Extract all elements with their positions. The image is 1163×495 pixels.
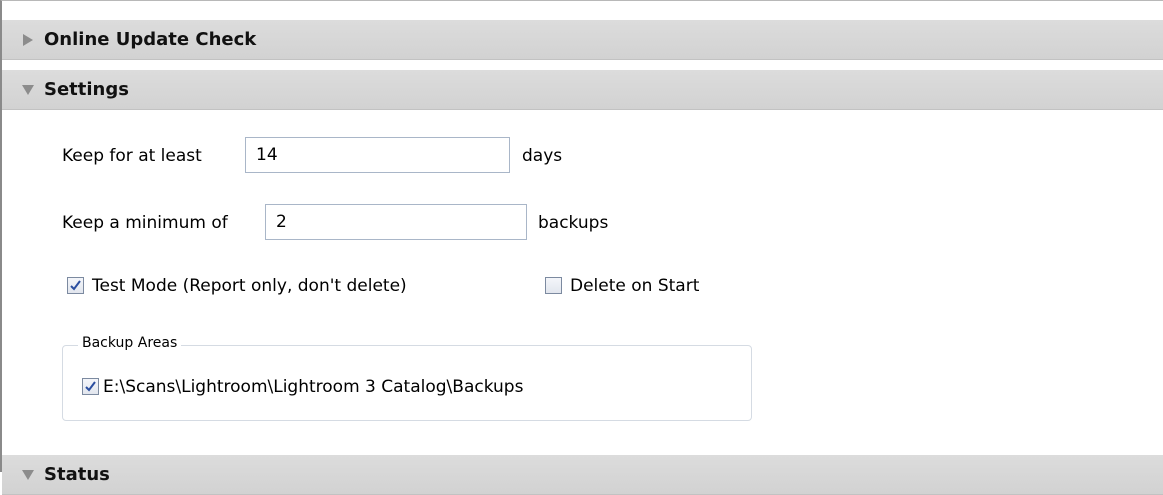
backup-area-path: E:\Scans\Lightroom\Lightroom 3 Catalog\B…: [103, 377, 524, 397]
collapse-arrow-icon: [20, 469, 36, 481]
test-mode-label: Test Mode (Report only, don't delete): [92, 276, 407, 296]
keep-min-input[interactable]: [265, 204, 527, 240]
section-title-status: Status: [44, 464, 110, 485]
expand-arrow-icon: [20, 33, 36, 47]
section-header-status[interactable]: Status: [2, 455, 1163, 495]
checkmark-icon: [85, 381, 96, 392]
keep-days-label: Keep for at least: [62, 146, 202, 166]
delete-on-start-checkbox[interactable]: [545, 277, 562, 294]
keep-days-unit: days: [522, 146, 563, 166]
keep-min-unit: backups: [538, 213, 609, 233]
collapse-arrow-icon: [20, 84, 36, 96]
checkmark-icon: [70, 280, 81, 291]
keep-days-input[interactable]: [245, 137, 510, 173]
section-title-online-update-check: Online Update Check: [44, 29, 257, 50]
backup-area-checkbox[interactable]: [82, 378, 99, 395]
test-mode-checkbox[interactable]: [67, 277, 84, 294]
delete-on-start-label: Delete on Start: [570, 276, 700, 296]
backup-areas-legend: Backup Areas: [78, 335, 182, 351]
section-header-settings[interactable]: Settings: [2, 70, 1163, 110]
keep-min-label: Keep a minimum of: [62, 213, 228, 233]
section-header-online-update-check[interactable]: Online Update Check: [2, 20, 1163, 60]
section-title-settings: Settings: [44, 79, 129, 100]
